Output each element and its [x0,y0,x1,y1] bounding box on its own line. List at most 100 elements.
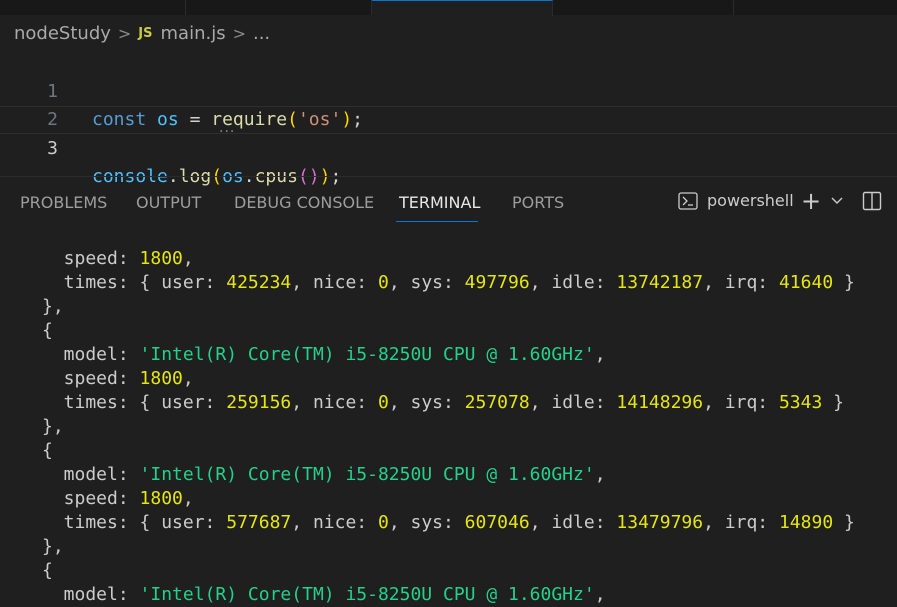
terminal-text: , sys: [388,512,465,533]
plus-icon[interactable]: + [801,189,821,213]
terminal-line: model: 'Intel(R) Core(TM) i5-8250U CPU @… [42,583,606,607]
terminal-text: speed: [42,248,140,269]
terminal-text: 257078 [464,392,530,413]
terminal-text: } [822,392,845,413]
terminal-text: , [594,344,606,365]
terminal-text: 'Intel(R) Core(TM) i5-8250U CPU @ 1.60GH… [139,464,595,485]
editor-tab[interactable] [553,0,734,15]
terminal-text: times: { user: [42,272,227,293]
editor-tab[interactable] [0,0,186,15]
terminal-text: 1800 [139,488,183,509]
terminal-text: , [594,464,606,485]
tab-ports[interactable]: PORTS [512,193,564,212]
breadcrumb-more[interactable]: ... [253,23,270,44]
terminal-text: 577687 [226,512,292,533]
terminal-text: } [833,512,855,533]
terminal-line: { [42,439,53,463]
chevron-right-icon: > [117,23,132,43]
tab-output[interactable]: OUTPUT [136,193,201,212]
terminal-text: 497796 [464,272,530,293]
terminal-text: , idle: [529,512,617,533]
terminal-line: model: 'Intel(R) Core(TM) i5-8250U CPU @… [42,343,606,367]
terminal-line: { [42,559,53,583]
code-editor[interactable]: 1 const os = require('os'); ··· 2 3 cons… [0,50,897,187]
breadcrumb-file[interactable]: main.js [161,23,226,44]
terminal-text: speed: [42,368,140,389]
breadcrumb: nodeStudy > JS main.js > ... [14,20,270,46]
js-file-icon: JS [138,25,153,41]
code-line[interactable]: 1 const os = require('os'); [0,50,897,130]
terminal-output[interactable]: speed: 1800, times: { user: 425234, nice… [0,227,897,605]
active-tab-indicator [396,221,478,222]
terminal-text: , sys: [388,392,465,413]
split-icon[interactable] [862,191,882,211]
terminal-text: } [833,272,855,293]
terminal-text: }, [42,416,64,437]
terminal-name[interactable]: powershell [707,191,794,210]
terminal-text: 13742187 [616,272,704,293]
terminal-text: { [42,440,53,461]
terminal-text: { [42,560,53,581]
line-number: 3 [47,138,58,159]
terminal-selector[interactable]: powershell [678,191,794,210]
terminal-text: 425234 [226,272,292,293]
terminal-text: 0 [377,272,389,293]
terminal-text: speed: [42,488,140,509]
code-line[interactable]: 2 [0,78,897,130]
terminal-line: }, [42,415,64,439]
terminal-text: 13479796 [616,512,704,533]
editor-tab-active[interactable] [372,0,553,16]
terminal-line: speed: 1800, [42,367,194,391]
terminal-line: model: 'Intel(R) Core(TM) i5-8250U CPU @… [42,463,606,487]
terminal-text: 1800 [139,368,183,389]
tab-terminal[interactable]: TERMINAL [399,193,480,212]
terminal-text: }, [42,536,64,557]
terminal-text: 5343 [778,392,823,413]
terminal-text: 14890 [778,512,834,533]
terminal-text: , idle: [529,392,617,413]
terminal-text: , [182,368,194,389]
terminal-text: , idle: [529,272,617,293]
terminal-line: times: { user: 259156, nice: 0, sys: 257… [42,391,844,415]
chevron-down-icon[interactable] [830,191,844,211]
terminal-icon [678,191,698,210]
terminal-line: }, [42,535,64,559]
terminal-line: times: { user: 577687, nice: 0, sys: 607… [42,511,855,535]
terminal-text: 0 [377,512,389,533]
panel-tab-bar: PROBLEMS OUTPUT DEBUG CONSOLE TERMINAL P… [0,177,897,227]
terminal-text: }, [42,296,64,317]
terminal-text: , [182,488,194,509]
terminal-line: }, [42,295,64,319]
tab-debug-console[interactable]: DEBUG CONSOLE [234,193,374,212]
terminal-text: , nice: [291,392,378,413]
breadcrumb-folder[interactable]: nodeStudy [14,23,111,44]
terminal-text: , irq: [703,392,779,413]
chevron-right-icon: > [232,23,246,43]
terminal-text: , [182,248,194,269]
terminal-line: speed: 1800, [42,487,194,511]
terminal-text: model: [42,464,140,485]
terminal-text: , nice: [291,272,378,293]
terminal-text: 1800 [139,248,183,269]
editor-tab[interactable] [186,0,372,15]
terminal-line: times: { user: 425234, nice: 0, sys: 497… [42,271,855,295]
terminal-line: { [42,319,53,343]
terminal-text: 0 [377,392,389,413]
terminal-text: { [42,320,53,341]
terminal-text: times: { user: [42,392,227,413]
terminal-text: , sys: [388,272,465,293]
terminal-text: , irq: [703,272,779,293]
terminal-text: 41640 [778,272,834,293]
terminal-text: 14148296 [616,392,704,413]
code-line-current[interactable]: 3 console.log(os.cpus()); [0,106,897,187]
terminal-line: speed: 1800, [42,247,194,271]
tab-problems[interactable]: PROBLEMS [20,193,107,212]
terminal-text: 607046 [464,512,530,533]
terminal-text: , irq: [703,512,779,533]
editor-tab-strip [0,0,897,16]
terminal-text: , nice: [291,512,378,533]
terminal-text: times: { user: [42,512,227,533]
terminal-text: model: [42,344,140,365]
terminal-text: 'Intel(R) Core(TM) i5-8250U CPU @ 1.60GH… [139,344,595,365]
terminal-text: 259156 [226,392,292,413]
